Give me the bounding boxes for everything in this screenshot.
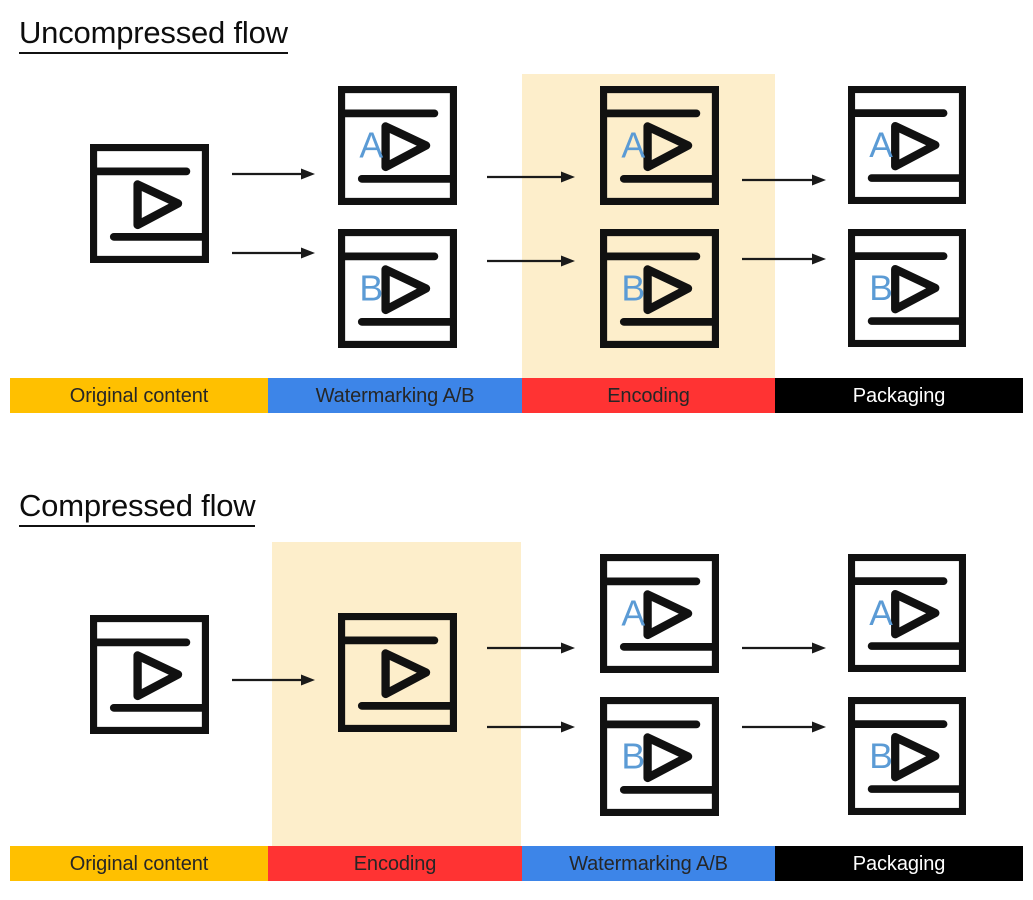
stage-segment-encoding[interactable]: Encoding [522, 378, 775, 413]
section-title-compressed: Compressed flow [19, 488, 256, 528]
stage-segment-original-content[interactable]: Original content [10, 846, 268, 881]
compressed-packaged-media-a-icon: A [848, 554, 966, 672]
watermark-letter: A [621, 593, 645, 633]
stage-bar-compressed: Original content Encoding Watermarking A/B… [0, 846, 1033, 881]
arrow-wm-b-to-pkg-b [742, 719, 826, 735]
stage-segment-label: Watermarking A/B [315, 384, 475, 407]
compressed-watermarked-media-b-icon: B [600, 697, 719, 816]
arrow-wm-b-to-enc-b [487, 253, 575, 269]
stage-segment-label: Original content [69, 384, 209, 407]
watermark-letter: B [621, 268, 645, 308]
uncompressed-packaged-media-b-icon: B [848, 229, 966, 347]
stage-segment-encoding[interactable]: Encoding [268, 846, 522, 881]
stage-segment-label: Encoding [353, 852, 437, 875]
uncompressed-source-media-icon [90, 144, 209, 263]
stage-segment-packaging[interactable]: Packaging [775, 846, 1023, 881]
arrow-encoded-to-wm-b [487, 719, 575, 735]
uncompressed-encoded-media-a-icon: A [600, 86, 719, 205]
watermark-letter: B [621, 736, 645, 776]
compressed-source-media-icon [90, 615, 209, 734]
stage-segment-watermarking-a-b[interactable]: Watermarking A/B [268, 378, 522, 413]
stage-segment-label: Watermarking A/B [569, 852, 728, 875]
watermark-letter: A [869, 594, 893, 633]
compressed-encoded-media-icon [338, 613, 457, 732]
watermark-letter: B [869, 737, 893, 776]
diagram-canvas: Uncompressed flow A B A B A B Original content W… [0, 0, 1033, 900]
watermark-letter: B [869, 269, 893, 308]
stage-segment-label: Encoding [607, 384, 690, 407]
uncompressed-packaged-media-a-icon: A [848, 86, 966, 204]
uncompressed-watermarked-media-b-icon: B [338, 229, 457, 348]
stage-segment-watermarking-a-b[interactable]: Watermarking A/B [522, 846, 775, 881]
arrow-encoded-to-wm-a [487, 640, 575, 656]
section-title-uncompressed: Uncompressed flow [19, 15, 288, 55]
arrow-enc-b-to-pkg-b [742, 251, 826, 267]
arrow-wm-a-to-enc-a [487, 169, 575, 185]
watermark-letter: A [621, 125, 645, 165]
arrow-enc-a-to-pkg-a [742, 172, 826, 188]
stage-segment-label: Original content [69, 852, 209, 875]
stage-segment-original-content[interactable]: Original content [10, 378, 268, 413]
stage-segment-label: Packaging [852, 852, 946, 875]
watermark-letter: A [359, 125, 383, 165]
stage-bar-uncompressed: Original content Watermarking A/B Encoding… [0, 378, 1033, 413]
arrow-source-to-encoded [232, 672, 315, 688]
watermark-letter: B [359, 268, 383, 308]
arrow-source-to-wm-b [232, 245, 315, 261]
uncompressed-watermarked-media-a-icon: A [338, 86, 457, 205]
compressed-watermarked-media-a-icon: A [600, 554, 719, 673]
stage-segment-packaging[interactable]: Packaging [775, 378, 1023, 413]
uncompressed-encoded-media-b-icon: B [600, 229, 719, 348]
arrow-source-to-wm-a [232, 166, 315, 182]
compressed-packaged-media-b-icon: B [848, 697, 966, 815]
stage-segment-label: Packaging [852, 384, 946, 407]
watermark-letter: A [869, 126, 893, 165]
arrow-wm-a-to-pkg-a [742, 640, 826, 656]
